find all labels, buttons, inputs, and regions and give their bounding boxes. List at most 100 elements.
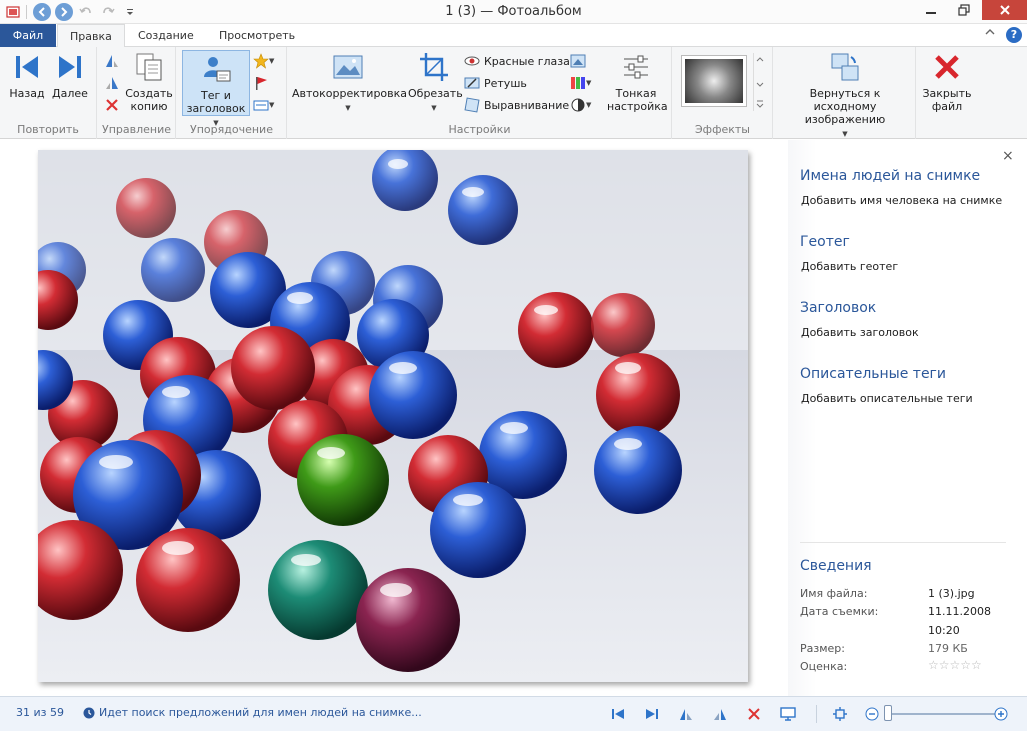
zoom-out-button[interactable] xyxy=(862,704,882,724)
exposure-icon xyxy=(570,54,586,68)
filename-label: Имя файла: xyxy=(800,587,868,600)
zoom-in-button[interactable] xyxy=(991,704,1011,724)
ribbon: Назад Далее Повторить Создать копию Упра… xyxy=(0,47,1027,139)
contrast-button[interactable]: ▼ xyxy=(570,97,598,113)
main-area: Имена людей на снимке Добавить имя челов… xyxy=(0,140,1027,696)
add-tags-link[interactable]: Добавить описательные теги xyxy=(801,392,973,405)
flag-button[interactable] xyxy=(253,75,277,91)
status-rotate-left-button[interactable] xyxy=(676,704,696,724)
rotate-right-icon xyxy=(714,709,726,720)
copy-document-icon xyxy=(133,51,165,83)
size-value: 179 КБ xyxy=(928,642,968,655)
rotate-left-icon[interactable] xyxy=(104,53,120,69)
contrast-icon xyxy=(571,98,585,112)
status-delete-button[interactable] xyxy=(744,704,764,724)
status-previous-button[interactable] xyxy=(608,704,628,724)
flag-icon xyxy=(256,77,267,90)
rating-label: Оценка: xyxy=(800,660,848,673)
clock-icon xyxy=(83,707,95,719)
tab-view[interactable]: Просмотреть xyxy=(207,24,307,47)
close-icon xyxy=(999,5,1010,15)
back-button[interactable]: Назад xyxy=(8,51,46,100)
add-person-link[interactable]: Добавить имя человека на снимке xyxy=(801,194,1002,207)
rating-star-button[interactable]: ▼ xyxy=(253,53,277,69)
group-label-manage: Управление xyxy=(101,123,171,136)
redeye-button[interactable]: Красные глаза xyxy=(464,51,570,71)
close-window-button[interactable] xyxy=(982,0,1027,20)
time-value: 10:20 xyxy=(928,624,960,637)
actual-size-button[interactable] xyxy=(830,704,850,724)
tab-edit[interactable]: Правка xyxy=(57,24,125,48)
panel-divider xyxy=(800,542,1006,543)
info-panel: Имена людей на снимке Добавить имя челов… xyxy=(788,140,1027,696)
zoom-in-icon xyxy=(994,707,1008,721)
fine-tune-button[interactable]: Тонкая настройка xyxy=(606,51,668,113)
people-heading: Имена людей на снимке xyxy=(800,168,981,184)
create-copy-button[interactable]: Создать копию xyxy=(124,51,174,113)
window-title: 1 (3) — Фотоальбом xyxy=(445,4,582,19)
group-label-repeat: Повторить xyxy=(17,123,79,136)
zoom-slider-thumb[interactable] xyxy=(884,705,892,721)
autocorrect-icon xyxy=(332,51,364,83)
create-copy-label: Создать копию xyxy=(125,87,173,113)
close-file-label: Закрыть файл xyxy=(922,87,972,113)
straighten-button[interactable]: Выравнивание xyxy=(464,95,569,115)
minimize-button[interactable] xyxy=(915,0,947,20)
tab-file[interactable]: Файл xyxy=(0,24,56,47)
group-effects: Эффекты xyxy=(673,47,773,139)
group-label-effects: Эффекты xyxy=(695,123,750,136)
autocorrect-button[interactable]: Автокорректировка ▼ xyxy=(292,51,407,115)
ribbon-collapse-icon[interactable] xyxy=(985,27,999,41)
rating-stars[interactable]: ☆☆☆☆☆ xyxy=(928,658,982,672)
tab-create[interactable]: Создание xyxy=(126,24,206,47)
rotate-left-icon xyxy=(680,709,692,720)
straighten-label: Выравнивание xyxy=(484,98,570,112)
add-caption-link[interactable]: Добавить заголовок xyxy=(801,326,919,339)
rotate-right-icon[interactable] xyxy=(104,75,120,91)
back-button-label: Назад xyxy=(9,87,45,100)
tag-caption-label: Тег и заголовок xyxy=(186,89,246,115)
retouch-label: Ретушь xyxy=(484,76,527,90)
color-button[interactable]: ▼ xyxy=(570,75,598,91)
retouch-button[interactable]: Ретушь xyxy=(464,73,527,93)
tags-heading: Описательные теги xyxy=(800,366,947,382)
delete-icon[interactable] xyxy=(104,97,120,113)
previous-icon xyxy=(11,51,43,83)
next-icon xyxy=(54,51,86,83)
status-next-button[interactable] xyxy=(642,704,662,724)
redeye-label: Красные глаза xyxy=(484,54,570,68)
retouch-icon xyxy=(464,77,480,89)
effects-scroller[interactable] xyxy=(753,53,765,111)
status-rotate-right-button[interactable] xyxy=(710,704,730,724)
exposure-button[interactable] xyxy=(570,53,598,69)
add-geotag-link[interactable]: Добавить геотег xyxy=(801,260,898,273)
straighten-icon xyxy=(464,97,480,113)
info-label-button[interactable]: ▼ xyxy=(253,97,277,113)
next-icon xyxy=(646,709,658,719)
status-bar: 31 из 59 Идет поиск предложений для имен… xyxy=(0,696,1027,731)
status-divider xyxy=(816,705,817,723)
geotag-heading: Геотег xyxy=(800,234,850,250)
forward-button[interactable]: Далее xyxy=(50,51,90,100)
close-panel-icon[interactable]: × xyxy=(1002,148,1014,164)
zoom-out-icon xyxy=(865,707,879,721)
restore-button[interactable] xyxy=(948,0,980,20)
slideshow-button[interactable] xyxy=(778,704,798,724)
eye-icon xyxy=(464,56,480,66)
close-file-button[interactable]: Закрыть файл xyxy=(921,51,973,113)
info-heading: Сведения xyxy=(800,558,872,574)
actual-size-icon xyxy=(833,707,847,721)
crop-button[interactable]: Обрезать ▼ xyxy=(408,51,463,115)
delete-icon xyxy=(748,708,760,720)
forward-button-label: Далее xyxy=(52,87,88,100)
tag-caption-button[interactable]: Тег и заголовок ▼ xyxy=(182,50,250,127)
effect-thumbnail[interactable] xyxy=(681,55,747,107)
photo-image[interactable] xyxy=(38,150,748,682)
crop-icon xyxy=(418,51,450,83)
group-revert: Вернуться к исходному изображению▼ xyxy=(774,47,916,139)
date-value: 11.11.2008 xyxy=(928,605,991,618)
revert-button[interactable]: Вернуться к исходному изображению▼ xyxy=(778,51,912,141)
zoom-slider-track[interactable] xyxy=(884,713,996,715)
photo-counter: 31 из 59 xyxy=(16,706,64,719)
help-button[interactable]: ? xyxy=(1006,27,1022,43)
